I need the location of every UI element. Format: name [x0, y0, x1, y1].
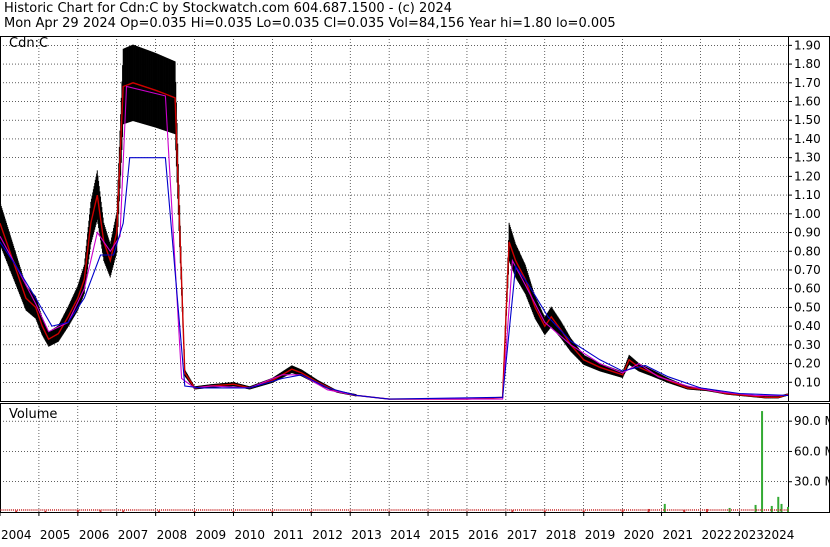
symbol-label: Cdn:C — [9, 36, 48, 51]
stock-chart: Historic Chart for Cdn:C by Stockwatch.c… — [0, 0, 830, 543]
x-tick-label: 2020 — [624, 528, 655, 542]
x-tick-label: 2018 — [546, 528, 577, 542]
price-tick-label: 1.30 — [794, 151, 821, 165]
volume-bar — [310, 511, 312, 512]
x-tick-label: 2009 — [196, 528, 227, 542]
price-tick-label: 1.00 — [794, 207, 821, 221]
price-tick-label: 0.10 — [794, 375, 821, 389]
x-tick-label: 20232024 — [733, 528, 794, 542]
x-tick-label: 2011 — [273, 528, 304, 542]
x-tick-label: 2006 — [79, 528, 110, 542]
price-tick-label: 1.40 — [794, 132, 821, 146]
price-tick-label: 0.80 — [794, 244, 821, 258]
volume-bars — [0, 411, 789, 512]
price-panel: 1.90 1.80 1.70 1.60 1.50 1.40 1.30 1.20 1.10 1.00… — [0, 36, 830, 402]
chart-header-line1: Historic Chart for Cdn:C by Stockwatch.c… — [4, 1, 452, 16]
x-tick-label: 2007 — [118, 528, 149, 542]
price-tick-label: 0.20 — [794, 357, 821, 371]
x-tick-label: 2014 — [390, 528, 421, 542]
x-tick-label: 2022 — [701, 528, 732, 542]
price-tick-label: 1.60 — [794, 95, 821, 109]
chart-canvas: Historic Chart for Cdn:C by Stockwatch.c… — [0, 0, 830, 543]
volume-bar — [194, 511, 196, 512]
x-tick-label: 2004 — [1, 528, 32, 542]
price-tick-label: 0.30 — [794, 338, 821, 352]
price-tick-label: 0.70 — [794, 263, 821, 277]
price-tick-label: 1.90 — [794, 38, 821, 52]
volume-bar — [771, 506, 773, 512]
volume-bar — [388, 511, 390, 512]
x-tick-label: 2017 — [507, 528, 538, 542]
x-tick-label: 2021 — [663, 528, 694, 542]
volume-label: Volume — [9, 407, 57, 422]
price-tick-label: 1.70 — [794, 76, 821, 90]
x-tick-label: 2015 — [429, 528, 460, 542]
volume-tick-label: 60.0 M — [794, 444, 830, 458]
volume-tick-label: 90.0 M — [794, 414, 830, 428]
chart-header-line2: Mon Apr 29 2024 Op=0.035 Hi=0.035 Lo=0.0… — [4, 16, 616, 31]
x-tick-label: 2005 — [40, 528, 71, 542]
x-tick-label: 2010 — [234, 528, 265, 542]
volume-bar — [349, 511, 351, 512]
price-tick-label: 1.80 — [794, 57, 821, 71]
volume-frame-border — [1, 404, 830, 513]
moving-average-short-line — [0, 87, 788, 400]
price-tick-label: 1.50 — [794, 113, 821, 127]
price-tick-label: 0.40 — [794, 319, 821, 333]
price-tick-label: 1.20 — [794, 169, 821, 183]
volume-bar — [761, 411, 763, 512]
price-tick-label: 0.50 — [794, 300, 821, 314]
x-tick-label: 2012 — [312, 528, 343, 542]
volume-tick-label: 30.0 M — [794, 475, 830, 489]
x-tick-label: 2008 — [157, 528, 188, 542]
x-tick-label: 2013 — [351, 528, 382, 542]
price-tick-label: 0.60 — [794, 282, 821, 296]
price-tick-label: 0.90 — [794, 226, 821, 240]
price-tick-label: 1.10 — [794, 188, 821, 202]
volume-panel: 90.0 M 60.0 M 30.0 M 2004 2005 2006 2007 2008 20… — [0, 403, 830, 542]
x-tick-label: 2019 — [585, 528, 616, 542]
volume-bar — [232, 511, 234, 512]
price-bars — [0, 45, 787, 399]
x-tick-label: 2016 — [468, 528, 499, 542]
